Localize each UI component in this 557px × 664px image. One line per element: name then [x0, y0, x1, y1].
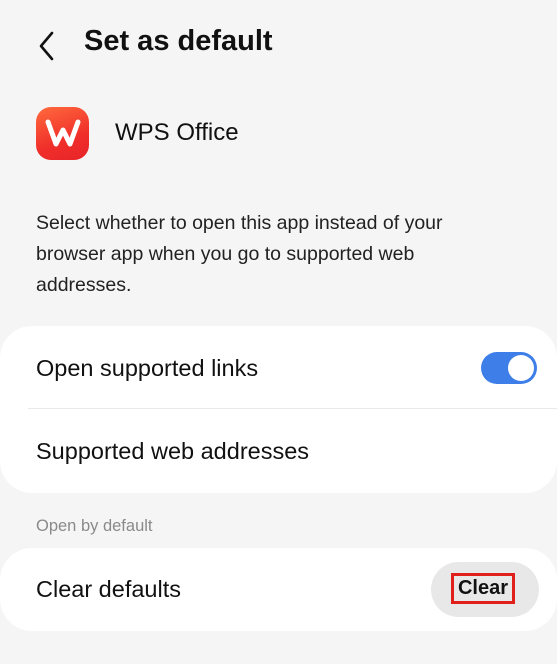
clear-defaults-label: Clear defaults: [36, 576, 181, 602]
supported-web-addresses-label: Supported web addresses: [36, 438, 310, 464]
open-supported-links-row[interactable]: Open supported links: [0, 326, 557, 410]
chevron-left-icon: [39, 31, 54, 61]
app-info-row: WPS Office: [36, 105, 239, 161]
links-card: Open supported links Supported web addre…: [0, 326, 557, 493]
header-bar: Set as default: [0, 0, 557, 92]
open-supported-links-toggle[interactable]: [481, 352, 537, 384]
open-supported-links-label: Open supported links: [36, 354, 259, 381]
open-by-default-section-label: Open by default: [36, 517, 153, 535]
clear-button[interactable]: Clear: [431, 562, 539, 617]
clear-defaults-card: Clear defaults Clear: [0, 548, 557, 631]
divider: [28, 408, 557, 409]
clear-button-label: Clear: [451, 573, 515, 604]
back-button[interactable]: [30, 28, 66, 64]
page-title: Set as default: [84, 25, 273, 57]
toggle-knob: [508, 355, 534, 381]
wps-office-logo-icon: [36, 106, 89, 160]
description-text: Select whether to open this app instead …: [36, 212, 443, 296]
app-name: WPS Office: [115, 119, 239, 146]
supported-web-addresses-row[interactable]: Supported web addresses: [0, 410, 557, 493]
